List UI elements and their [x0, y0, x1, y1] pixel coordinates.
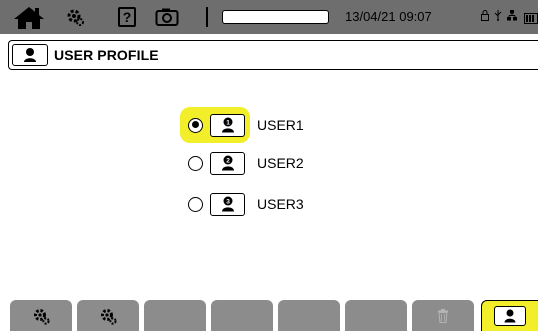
user-label: USER1	[257, 117, 304, 133]
user-profile-button[interactable]	[494, 306, 526, 326]
tab-user-profile[interactable]	[481, 300, 538, 331]
recording-progress-bar	[222, 10, 329, 24]
user-label: USER3	[257, 196, 304, 212]
status-icons	[481, 9, 517, 21]
trash-icon	[438, 308, 448, 323]
help-icon[interactable]: ?	[118, 7, 136, 27]
radio-button[interactable]	[188, 155, 203, 171]
datetime: 13/04/21 09:07	[345, 9, 432, 24]
network-icon	[507, 9, 517, 20]
settings-icon[interactable]	[66, 7, 84, 27]
battery-icon	[524, 11, 538, 24]
svg-text:2: 2	[226, 157, 230, 164]
tab-empty-3	[278, 300, 340, 331]
divider	[206, 7, 208, 27]
settings-icon	[101, 308, 117, 325]
tab-settings-1[interactable]	[10, 300, 72, 331]
user-option-3[interactable]: 3 USER3	[180, 186, 360, 222]
status-bar: ? 13/04/21 09:07	[0, 0, 538, 34]
tab-empty-4	[345, 300, 407, 331]
svg-text:3: 3	[226, 198, 230, 205]
home-icon[interactable]	[12, 5, 46, 31]
user-label: USER2	[257, 155, 304, 171]
user-icon: 1	[210, 113, 245, 137]
usb-icon	[494, 10, 502, 21]
lock-icon	[481, 9, 489, 21]
tab-settings-2[interactable]	[77, 300, 139, 331]
page-title: USER PROFILE	[54, 47, 159, 63]
tab-empty-1	[144, 300, 206, 331]
user-icon	[504, 309, 516, 323]
user-icon	[12, 44, 48, 66]
tab-empty-2	[211, 300, 273, 331]
user-option-2[interactable]: 2 USER2	[180, 145, 360, 181]
radio-button[interactable]	[188, 117, 203, 133]
bottom-tab-bar	[0, 300, 538, 331]
camera-icon[interactable]	[155, 7, 179, 27]
user-option-1[interactable]: 1 USER1	[180, 107, 360, 143]
page-header: USER PROFILE	[8, 40, 538, 70]
radio-button[interactable]	[188, 196, 203, 212]
user-icon: 2	[210, 151, 245, 175]
svg-text:1: 1	[226, 119, 230, 126]
settings-icon	[34, 308, 50, 325]
user-icon: 3	[210, 192, 245, 216]
tab-delete	[412, 300, 474, 331]
